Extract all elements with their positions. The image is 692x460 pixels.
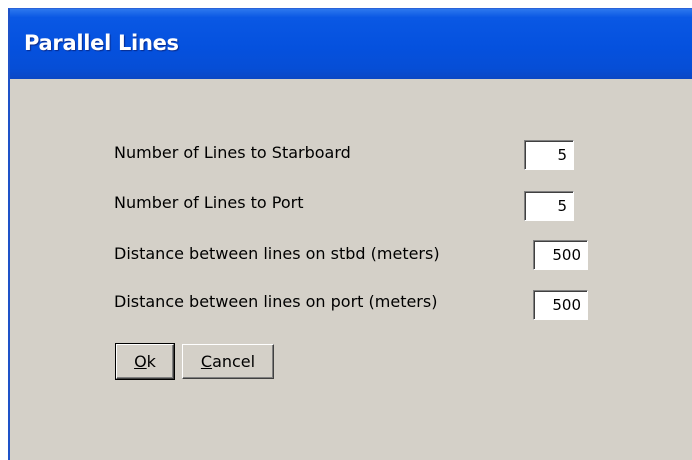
starboard-lines-label: Number of Lines to Starboard bbox=[114, 143, 351, 162]
cancel-button[interactable]: Cancel bbox=[182, 344, 274, 379]
parallel-lines-dialog: Parallel Lines bbox=[8, 8, 692, 460]
cancel-label-rest: ancel bbox=[212, 352, 256, 371]
title-bar[interactable]: Parallel Lines bbox=[10, 9, 692, 79]
port-distance-label: Distance between lines on port (meters) bbox=[114, 292, 438, 311]
port-lines-field[interactable] bbox=[524, 191, 574, 221]
stbd-distance-field[interactable] bbox=[533, 240, 588, 270]
ok-mnemonic: O bbox=[134, 352, 147, 371]
port-lines-label: Number of Lines to Port bbox=[114, 193, 304, 212]
stbd-distance-input[interactable] bbox=[534, 241, 587, 269]
starboard-lines-field[interactable] bbox=[524, 140, 574, 170]
cancel-mnemonic: C bbox=[200, 352, 213, 371]
window-title: Parallel Lines bbox=[24, 31, 179, 55]
port-distance-input[interactable] bbox=[534, 291, 587, 319]
port-distance-field[interactable] bbox=[533, 290, 588, 320]
port-lines-input[interactable] bbox=[525, 192, 573, 220]
ok-label-rest: k bbox=[146, 352, 156, 371]
ok-button[interactable]: Ok bbox=[115, 343, 175, 380]
stbd-distance-label: Distance between lines on stbd (meters) bbox=[114, 244, 440, 263]
starboard-lines-input[interactable] bbox=[525, 141, 573, 169]
